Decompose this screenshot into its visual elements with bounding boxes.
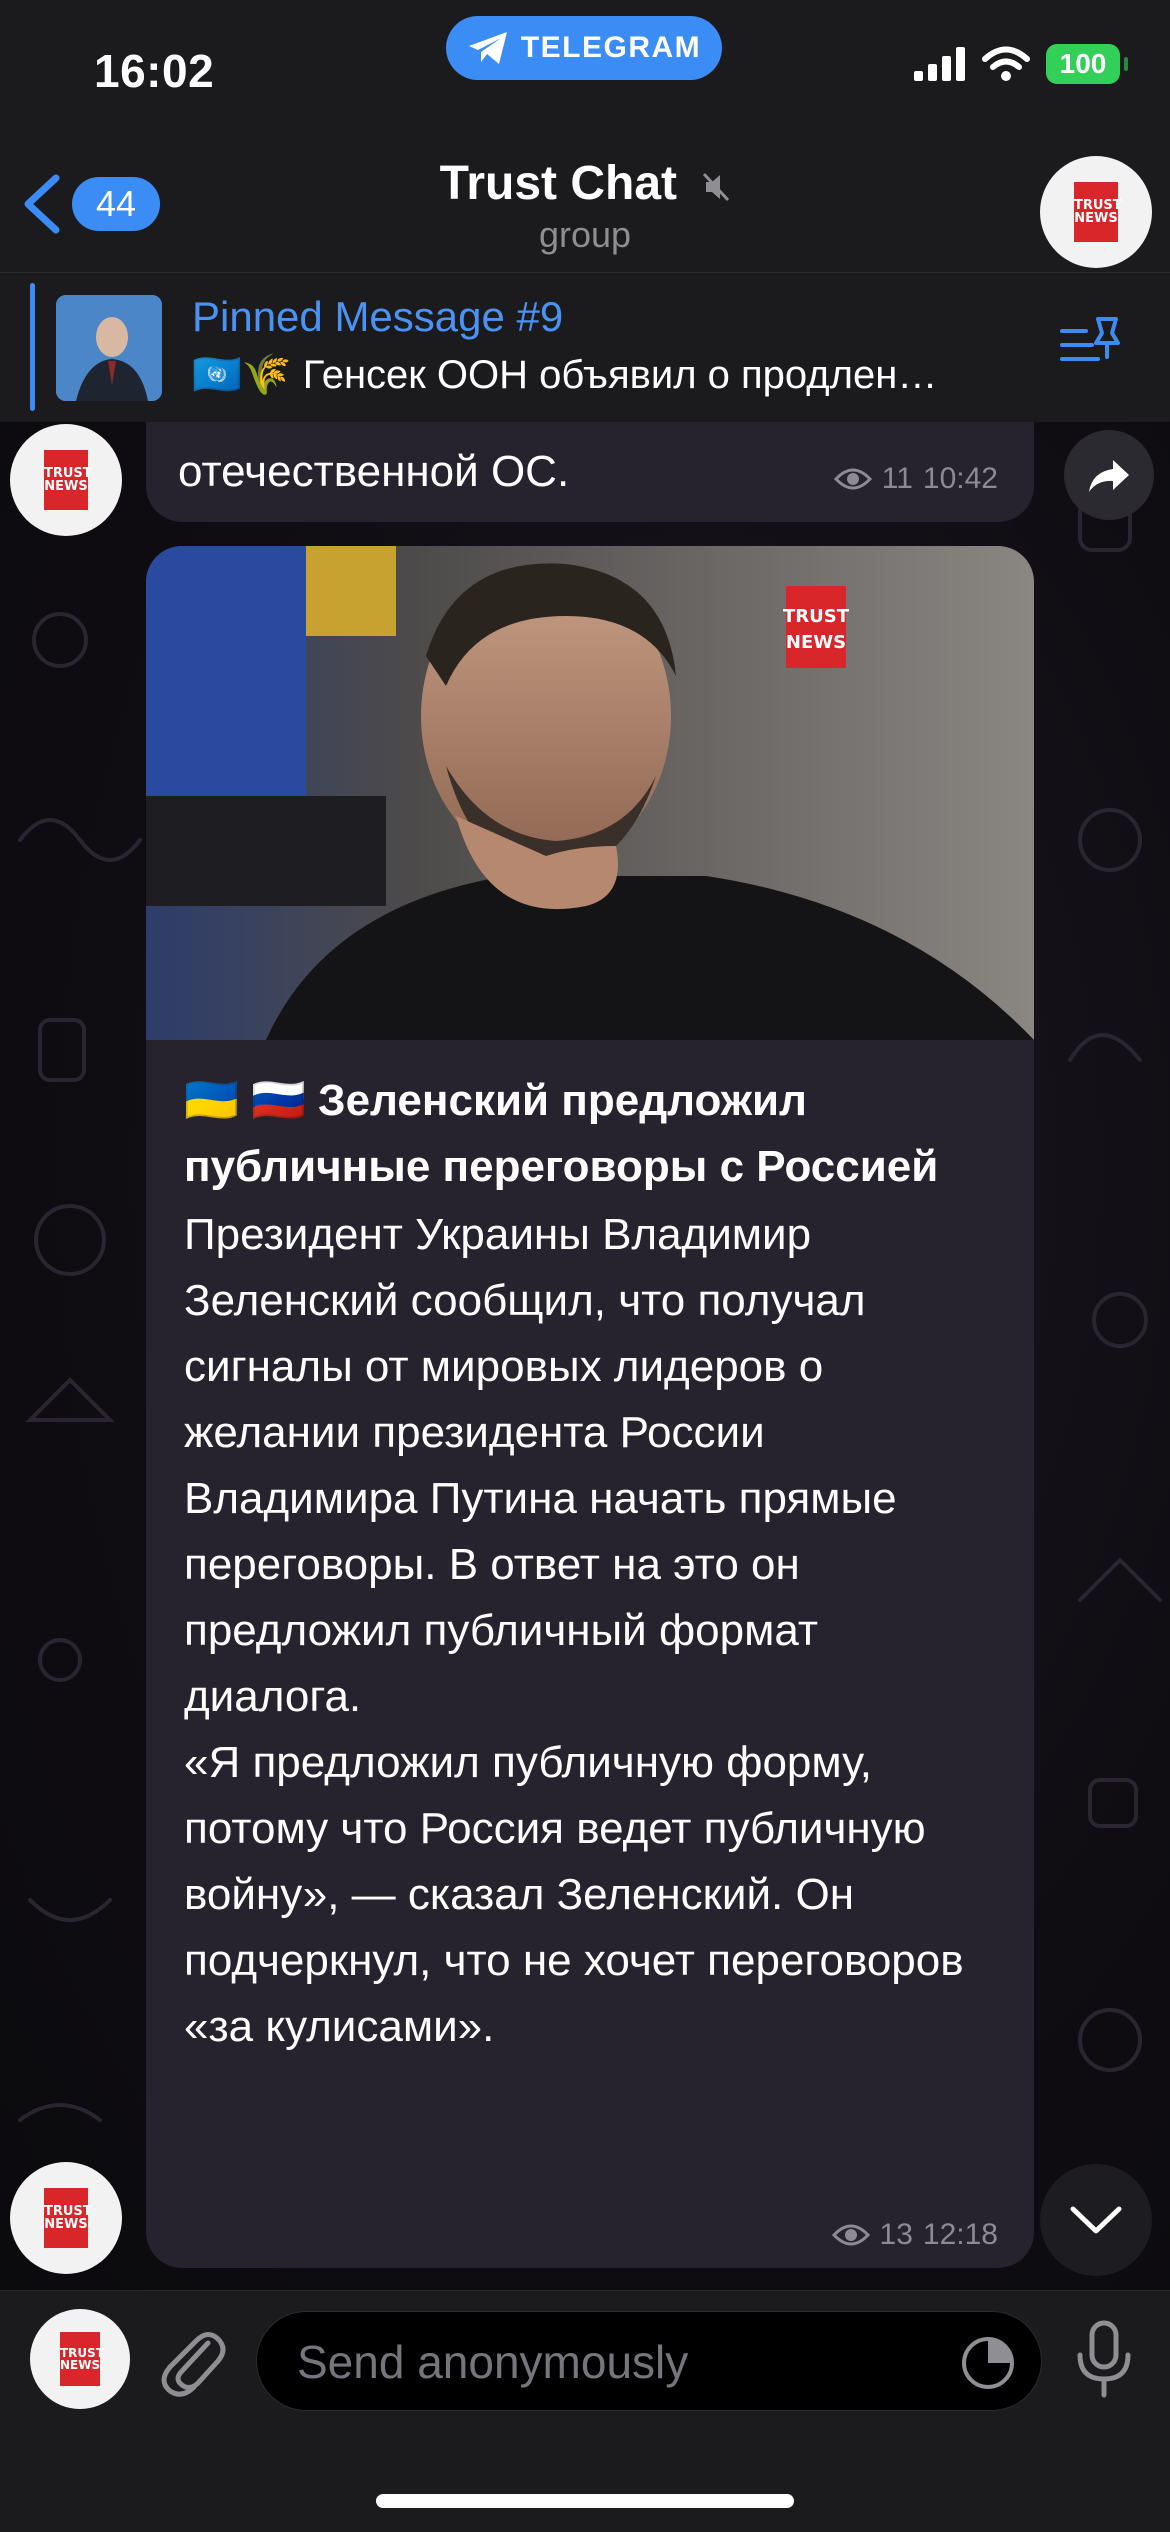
scroll-to-bottom-button[interactable] [1040, 2164, 1152, 2276]
telegram-app: отечественной ОС. 11 10:42 TRUST NEWS TR… [0, 0, 1170, 2532]
chat-subtitle: group [538, 214, 632, 255]
pinned-indicator [30, 283, 35, 411]
message-input[interactable] [297, 2332, 897, 2392]
svg-text:NEWS: NEWS [786, 632, 846, 653]
post-photo-illustration: TRUST NEWS [146, 546, 1034, 1040]
navigation-header: 16:02 TELEGRAM 100 44 Trust Chat group T… [0, 0, 1170, 272]
send-as-avatar[interactable]: TRUST NEWS [30, 2309, 130, 2409]
signal-icon [914, 47, 965, 81]
voice-record-button[interactable] [1074, 2319, 1134, 2404]
chat-title[interactable]: Trust Chat [0, 156, 1170, 214]
post-meta: 13 12:18 [831, 2218, 998, 2252]
timer-icon [962, 2337, 1014, 2389]
share-button[interactable] [1064, 430, 1154, 520]
chat-title-text: Trust Chat [439, 157, 677, 210]
trust-news-logo: TRUST NEWS [60, 2332, 104, 2386]
share-icon [1089, 460, 1129, 492]
post-bubble[interactable]: TRUST NEWS 🇺🇦 🇷🇺 Зеленский предложил пуб… [146, 546, 1034, 2268]
telegram-return-pill[interactable]: TELEGRAM [446, 16, 722, 80]
attach-button[interactable] [156, 2319, 228, 2404]
telegram-pill-label: TELEGRAM [520, 31, 702, 64]
eye-icon [831, 2224, 870, 2246]
battery-indicator: 100 [1046, 44, 1128, 84]
pinned-message-bar[interactable]: Pinned Message #9 🇺🇳🌾 Генсек ООН объявил… [0, 272, 1170, 422]
previous-message-text: отечественной ОС. [178, 447, 570, 496]
mute-icon [702, 159, 730, 214]
pinned-text: 🇺🇳🌾 Генсек ООН объявил о продлен… [192, 353, 938, 397]
eye-icon [833, 468, 872, 490]
post-title: 🇺🇦 🇷🇺 Зеленский предложил публичные пере… [184, 1076, 939, 1191]
trust-news-logo: TRUST NEWS [1074, 182, 1122, 242]
pinned-title: Pinned Message #9 [192, 293, 564, 340]
chat-avatar[interactable]: TRUST NEWS [1040, 156, 1152, 268]
previous-message-meta: 11 10:42 [833, 462, 998, 496]
svg-text:TRUST: TRUST [783, 606, 850, 627]
pinned-thumbnail-image [56, 295, 162, 401]
trust-news-logo: TRUST NEWS [44, 2188, 92, 2248]
timer-button[interactable] [957, 2332, 1019, 2399]
post-views: 13 [879, 2218, 913, 2251]
previous-message-avatar[interactable]: TRUST NEWS [10, 424, 122, 536]
telegram-plane-icon [468, 32, 507, 64]
pin-list-icon[interactable] [1058, 313, 1122, 378]
status-indicators: 100 [914, 44, 1128, 84]
post-photo[interactable]: TRUST NEWS [146, 546, 1034, 1040]
pinned-thumbnail [56, 295, 162, 401]
post-time: 12:18 [922, 2218, 998, 2251]
previous-message-views: 11 [881, 462, 913, 495]
paperclip-icon [161, 2332, 226, 2397]
post-avatar[interactable]: TRUST NEWS [10, 2162, 122, 2274]
message-input-field[interactable] [256, 2311, 1042, 2411]
trust-news-logo: TRUST NEWS [44, 450, 92, 510]
chevron-down-icon [1070, 2206, 1122, 2234]
microphone-icon [1077, 2320, 1131, 2398]
wifi-icon [982, 46, 1030, 81]
status-time: 16:02 [94, 45, 215, 97]
post-body: Президент Украины Владимир Зеленский соо… [184, 1210, 964, 2051]
previous-message-time: 10:42 [922, 462, 998, 495]
home-indicator[interactable] [376, 2494, 794, 2508]
